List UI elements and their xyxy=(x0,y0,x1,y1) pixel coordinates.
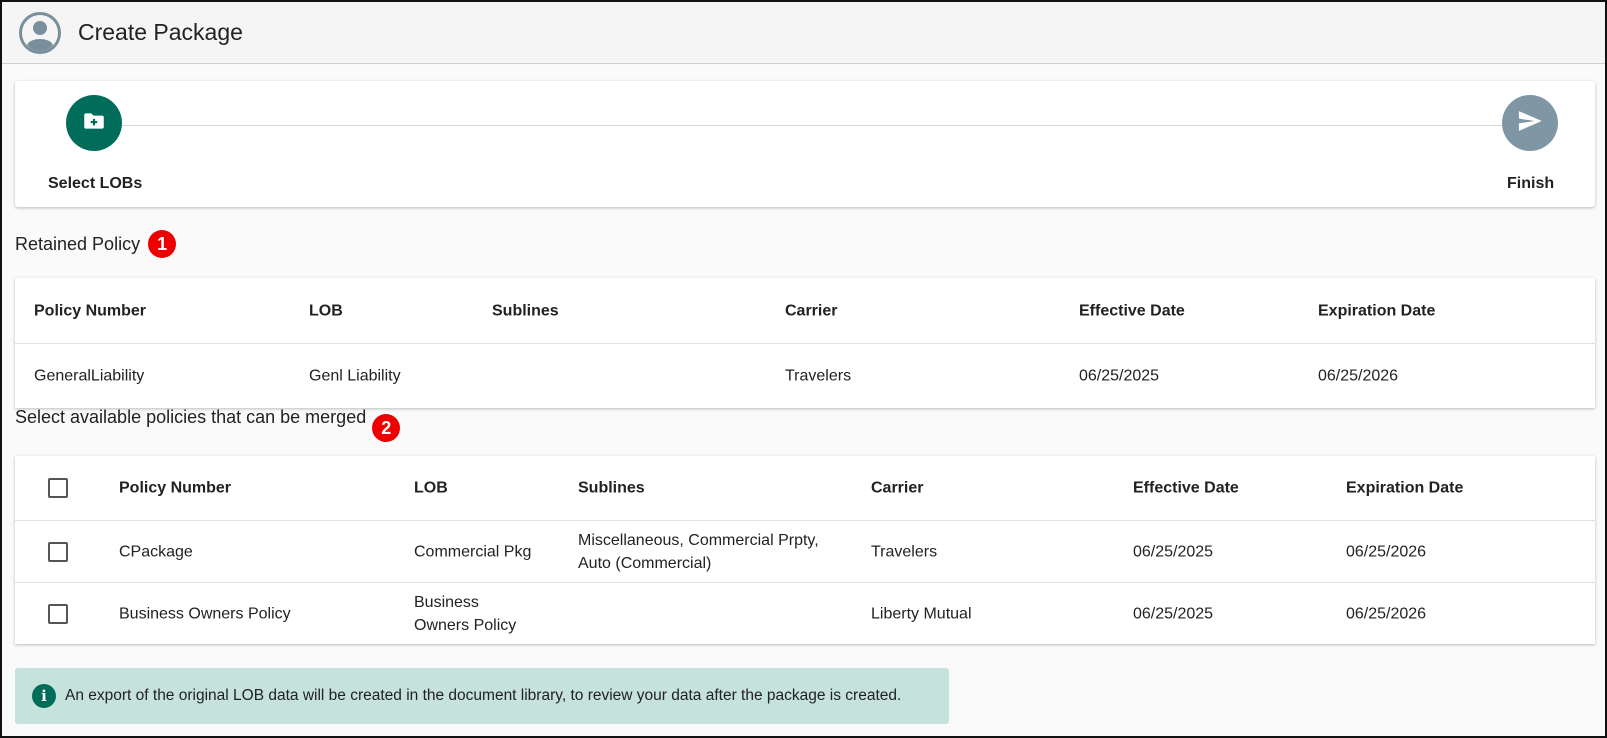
step-finish[interactable] xyxy=(1502,95,1558,151)
table-row: GeneralLiability Genl Liability Traveler… xyxy=(15,344,1595,408)
column-header-effective-date[interactable]: Effective Date xyxy=(1079,299,1185,322)
send-icon xyxy=(1516,107,1544,140)
row-checkbox[interactable] xyxy=(48,603,68,624)
retained-policy-table: Policy Number LOB Sublines Carrier Effec… xyxy=(15,278,1595,408)
retained-policy-label: Retained Policy xyxy=(15,233,141,254)
step-select-lobs[interactable] xyxy=(66,95,122,151)
column-header-carrier[interactable]: Carrier xyxy=(785,299,837,322)
stepper-connector xyxy=(122,125,1535,126)
cell-policy-number: GeneralLiability xyxy=(34,367,145,385)
cell-expiration-date: 06/25/2026 xyxy=(1346,605,1427,622)
column-header-carrier[interactable]: Carrier xyxy=(871,477,923,500)
column-header-lob[interactable]: LOB xyxy=(414,477,448,500)
available-policies-heading: Select available policies that can be me… xyxy=(15,406,401,442)
column-header-sublines[interactable]: Sublines xyxy=(492,299,559,322)
cell-policy-number: Business Owners Policy xyxy=(119,605,291,622)
cell-expiration-date: 06/25/2026 xyxy=(1318,367,1399,385)
table-header-row: Policy Number LOB Sublines Carrier Effec… xyxy=(15,456,1595,521)
step-badge-1: 1 xyxy=(148,230,177,258)
available-policies-label: Select available policies that can be me… xyxy=(15,406,367,427)
table-row: Business Owners Policy Business Owners P… xyxy=(15,583,1595,644)
stepper: Select LOBs Finish xyxy=(15,81,1595,207)
step-label-select-lobs: Select LOBs xyxy=(48,175,143,192)
select-all-checkbox[interactable] xyxy=(48,478,68,498)
table-row: CPackage Commercial Pkg Miscellaneous, C… xyxy=(15,521,1595,583)
cell-lob: Genl Liability xyxy=(309,367,401,385)
cell-effective-date: 06/25/2025 xyxy=(1133,605,1214,622)
cell-expiration-date: 06/25/2026 xyxy=(1346,543,1427,560)
app-header: Create Package xyxy=(2,2,1605,64)
available-policies-table: Policy Number LOB Sublines Carrier Effec… xyxy=(15,456,1595,644)
column-header-lob[interactable]: LOB xyxy=(309,299,343,322)
column-header-policy-number[interactable]: Policy Number xyxy=(119,477,231,500)
column-header-policy-number[interactable]: Policy Number xyxy=(34,299,146,322)
step-badge-2: 2 xyxy=(372,414,401,442)
cell-sublines-line-1: Miscellaneous, Commercial Prpty, xyxy=(578,531,819,549)
info-banner: i An export of the original LOB data wil… xyxy=(15,668,949,724)
cell-effective-date: 06/25/2025 xyxy=(1079,367,1160,385)
cell-sublines-line-2: Auto (Commercial) xyxy=(578,554,712,572)
column-header-sublines[interactable]: Sublines xyxy=(578,477,645,500)
row-checkbox[interactable] xyxy=(48,541,68,562)
column-header-effective-date[interactable]: Effective Date xyxy=(1133,477,1239,500)
cell-carrier: Travelers xyxy=(871,543,938,560)
account-circle-icon[interactable] xyxy=(18,11,62,55)
cell-carrier: Travelers xyxy=(785,367,852,385)
retained-policy-heading: Retained Policy 1 xyxy=(15,230,177,258)
page-title: Create Package xyxy=(78,19,243,45)
cell-lob: Commercial Pkg xyxy=(414,543,532,560)
cell-carrier: Liberty Mutual xyxy=(871,605,972,622)
cell-policy-number: CPackage xyxy=(119,543,193,560)
create-new-folder-icon xyxy=(81,108,107,139)
table-header-row: Policy Number LOB Sublines Carrier Effec… xyxy=(15,278,1595,344)
column-header-expiration-date[interactable]: Expiration Date xyxy=(1346,477,1463,500)
cell-lob-line-1: Business xyxy=(414,593,479,611)
step-label-finish: Finish xyxy=(1507,175,1555,192)
info-icon: i xyxy=(32,684,56,708)
cell-lob-line-2: Owners Policy xyxy=(414,616,517,634)
cell-effective-date: 06/25/2025 xyxy=(1133,543,1214,560)
cell-lob: Business Owners Policy xyxy=(414,591,516,637)
info-message: An export of the original LOB data will … xyxy=(65,687,902,704)
cell-sublines: Miscellaneous, Commercial Prpty, Auto (C… xyxy=(578,529,819,575)
column-header-expiration-date[interactable]: Expiration Date xyxy=(1318,299,1435,322)
